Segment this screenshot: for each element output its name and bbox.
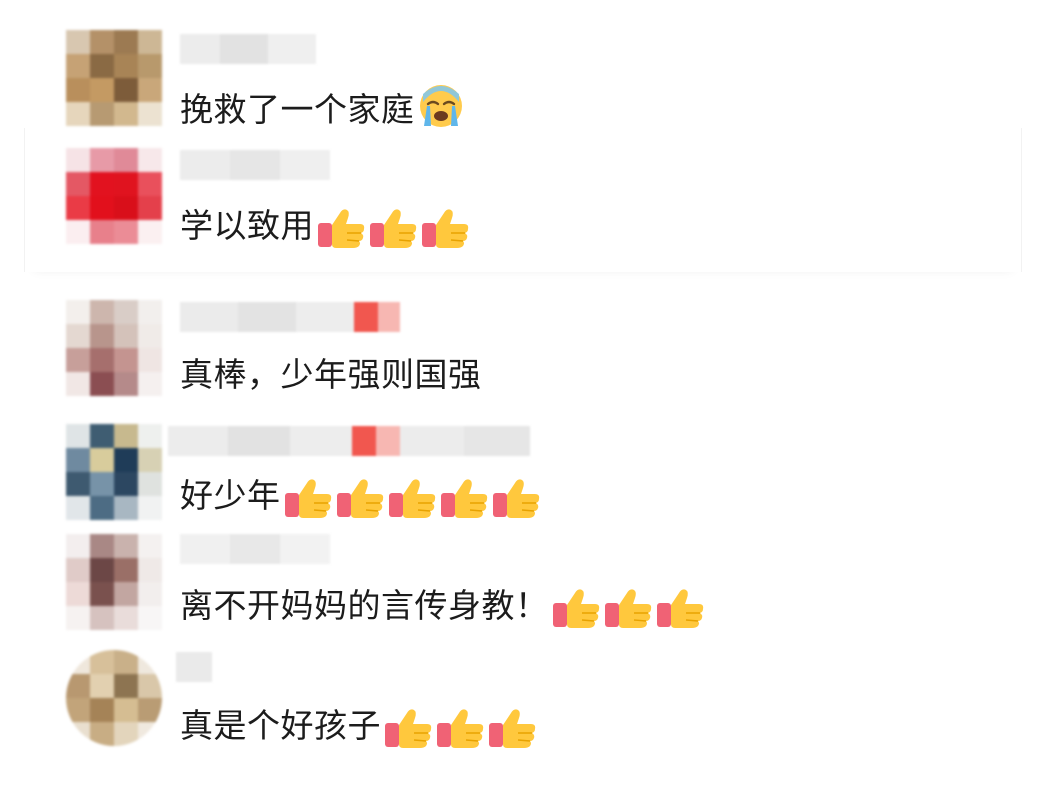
- comment-text-content: 挽救了一个家庭: [180, 90, 415, 129]
- thumbs-up-icon: [316, 205, 368, 251]
- username-blurred[interactable]: [180, 34, 316, 64]
- comment-text: 好少年: [180, 474, 543, 521]
- thumbs-up-group: [283, 474, 543, 521]
- thumbs-up-group: [383, 704, 539, 751]
- comment-text-content: 真是个好孩子: [180, 706, 381, 745]
- comment-text: 真是个好孩子: [180, 704, 539, 751]
- thumbs-up-icon: [603, 585, 655, 631]
- comment-text-content: 学以致用: [180, 206, 314, 245]
- avatar[interactable]: [66, 424, 162, 520]
- username-blurred[interactable]: [176, 652, 212, 682]
- username-blurred[interactable]: [180, 302, 400, 332]
- thumbs-up-icon: [491, 475, 543, 521]
- username-blurred[interactable]: [168, 426, 530, 456]
- avatar[interactable]: [66, 534, 162, 630]
- avatar[interactable]: [66, 650, 162, 746]
- thumbs-up-group: [551, 584, 707, 631]
- username-blurred[interactable]: [180, 534, 330, 564]
- thumbs-up-group: [316, 204, 472, 251]
- comment-text: 离不开妈妈的言传身教！: [180, 584, 707, 631]
- loudly-crying-face-icon: [415, 82, 467, 141]
- thumbs-up-icon: [487, 705, 539, 751]
- thumbs-up-icon: [439, 475, 491, 521]
- avatar[interactable]: [66, 300, 162, 396]
- thumbs-up-icon: [368, 205, 420, 251]
- thumbs-up-icon: [420, 205, 472, 251]
- thumbs-up-icon: [655, 585, 707, 631]
- thumbs-up-icon: [435, 705, 487, 751]
- highlighted-comment-card: [24, 128, 1022, 272]
- thumbs-up-icon: [283, 475, 335, 521]
- avatar[interactable]: [66, 30, 162, 126]
- comment-text: 挽救了一个家庭: [180, 82, 467, 141]
- comment-text: 真棒，少年强则国强: [180, 353, 482, 397]
- comment-text: 学以致用: [180, 204, 472, 251]
- comment-text-content: 离不开妈妈的言传身教！: [180, 586, 549, 625]
- thumbs-up-icon: [335, 475, 387, 521]
- username-blurred[interactable]: [180, 150, 330, 180]
- comment-text-content: 好少年: [180, 476, 281, 515]
- comment-text-content: 真棒，少年强则国强: [180, 355, 482, 394]
- thumbs-up-icon: [383, 705, 435, 751]
- thumbs-up-icon: [551, 585, 603, 631]
- thumbs-up-icon: [387, 475, 439, 521]
- avatar[interactable]: [66, 148, 162, 244]
